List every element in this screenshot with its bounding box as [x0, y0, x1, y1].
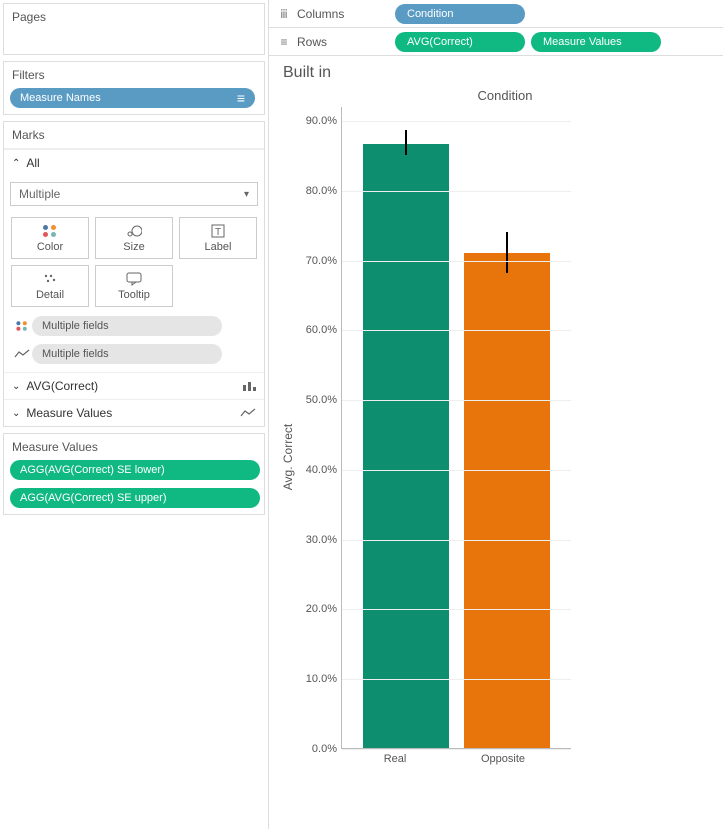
- gridline: [342, 609, 571, 610]
- columns-shelf[interactable]: ⅲ Columns Condition: [269, 0, 723, 28]
- y-tick: 40.0%: [306, 464, 337, 476]
- marks-row-path-fields[interactable]: Multiple fields: [4, 340, 264, 372]
- avg-correct-accordion[interactable]: ⌄ AVG(Correct): [4, 372, 264, 399]
- agg-se-upper-pill[interactable]: AGG(AVG(Correct) SE upper): [10, 488, 260, 508]
- label-button[interactable]: T Label: [179, 217, 257, 259]
- measure-values-title: Measure Values: [4, 434, 264, 458]
- columns-label: Columns: [297, 7, 344, 21]
- rows-pill-measure-values[interactable]: Measure Values: [531, 32, 661, 52]
- marks-card: Marks ⌃ All Multiple ▾ Color Size T Labe…: [3, 121, 265, 427]
- filters-shelf[interactable]: Filters Measure Names: [3, 61, 265, 115]
- viz-title[interactable]: Built in: [283, 64, 713, 82]
- gridline: [342, 749, 571, 750]
- pages-title: Pages: [4, 4, 264, 30]
- y-tick: 80.0%: [306, 185, 337, 197]
- measure-values-accordion[interactable]: ⌄ Measure Values: [4, 399, 264, 426]
- marks-all-accordion[interactable]: ⌃ All: [4, 149, 264, 176]
- y-tick: 90.0%: [306, 115, 337, 127]
- x-tick: Opposite: [460, 753, 546, 765]
- gridline: [342, 191, 571, 192]
- gridline: [342, 679, 571, 680]
- gridline: [342, 540, 571, 541]
- detail-button[interactable]: Detail: [11, 265, 89, 307]
- measure-values-shelf[interactable]: Measure Values AGG(AVG(Correct) SE lower…: [3, 433, 265, 515]
- y-axis: 0.0%10.0%20.0%30.0%40.0%50.0%60.0%70.0%8…: [297, 107, 341, 749]
- bar-real[interactable]: [363, 144, 449, 748]
- avg-correct-label: AVG(Correct): [26, 379, 98, 393]
- gridline: [342, 400, 571, 401]
- rows-label: Rows: [297, 35, 327, 49]
- y-tick: 10.0%: [306, 673, 337, 685]
- y-tick: 60.0%: [306, 324, 337, 336]
- chevron-down-icon: ⌄: [12, 381, 20, 392]
- chevron-up-icon: ⌃: [12, 158, 20, 169]
- color-label: Color: [37, 241, 63, 253]
- marks-all-label: All: [26, 156, 39, 170]
- mark-type-value: Multiple: [19, 187, 60, 201]
- rows-pill-avg-correct[interactable]: AVG(Correct): [395, 32, 525, 52]
- x-axis: Real Opposite: [297, 749, 571, 765]
- measure-values-label: Measure Values: [26, 406, 112, 420]
- y-tick: 30.0%: [306, 534, 337, 546]
- y-axis-label: Avg. Correct: [281, 423, 295, 489]
- rows-icon: ≡: [275, 35, 293, 49]
- columns-pill-condition[interactable]: Condition: [395, 4, 525, 24]
- y-tick: 20.0%: [306, 603, 337, 615]
- tooltip-button[interactable]: Tooltip: [95, 265, 173, 307]
- rows-shelf[interactable]: ≡ Rows AVG(Correct) Measure Values: [269, 28, 723, 56]
- chevron-down-icon: ⌄: [12, 408, 20, 419]
- pages-shelf[interactable]: Pages: [3, 3, 265, 55]
- y-tick: 50.0%: [306, 394, 337, 406]
- agg-se-lower-pill[interactable]: AGG(AVG(Correct) SE lower): [10, 460, 260, 480]
- x-tick: Real: [352, 753, 438, 765]
- multiple-fields-pill[interactable]: Multiple fields: [32, 316, 222, 336]
- bar-opposite[interactable]: [464, 253, 550, 748]
- column-header: Condition: [297, 88, 713, 103]
- chart: Avg. Correct Condition 0.0% 10.0% 20.0% 30.…: [279, 88, 713, 825]
- tooltip-label: Tooltip: [118, 289, 150, 301]
- caret-down-icon: ▾: [244, 189, 249, 200]
- gridline: [342, 121, 571, 122]
- filter-pill-measure-names[interactable]: Measure Names: [10, 88, 255, 108]
- marks-row-color-fields[interactable]: Multiple fields: [4, 312, 264, 340]
- bar-group: [363, 144, 449, 748]
- label-label: Label: [205, 241, 232, 253]
- color-icon: [12, 320, 32, 332]
- filter-pill-label: Measure Names: [20, 92, 101, 104]
- size-label: Size: [123, 241, 144, 253]
- bar-type-icon: [242, 380, 256, 392]
- detail-icon: [43, 271, 57, 287]
- y-tick: 0.0%: [312, 743, 337, 755]
- y-tick: 70.0%: [306, 255, 337, 267]
- mark-type-dropdown[interactable]: Multiple ▾: [10, 182, 258, 206]
- columns-icon: ⅲ: [275, 7, 293, 21]
- multiple-fields-pill[interactable]: Multiple fields: [32, 344, 222, 364]
- tooltip-icon: [126, 271, 142, 287]
- gridline: [342, 470, 571, 471]
- plot-area[interactable]: [341, 107, 571, 749]
- marks-title: Marks: [4, 122, 264, 149]
- size-icon: [126, 223, 142, 239]
- error-bar: [405, 130, 407, 154]
- color-button[interactable]: Color: [11, 217, 89, 259]
- detail-label: Detail: [36, 289, 64, 301]
- line-icon: [12, 349, 32, 359]
- viz-area: Built in Avg. Correct Condition 0.0% 10.0…: [269, 56, 723, 829]
- label-icon: T: [211, 223, 225, 239]
- gridline: [342, 330, 571, 331]
- filters-title: Filters: [4, 62, 264, 86]
- gridline: [342, 261, 571, 262]
- bar-group: [464, 253, 550, 748]
- svg-text:T: T: [215, 227, 221, 238]
- color-icon: [43, 223, 57, 239]
- marks-buttons: Color Size T Label Detail Tooltip: [4, 212, 264, 312]
- error-bar: [506, 232, 508, 274]
- size-button[interactable]: Size: [95, 217, 173, 259]
- line-type-icon: [240, 408, 256, 418]
